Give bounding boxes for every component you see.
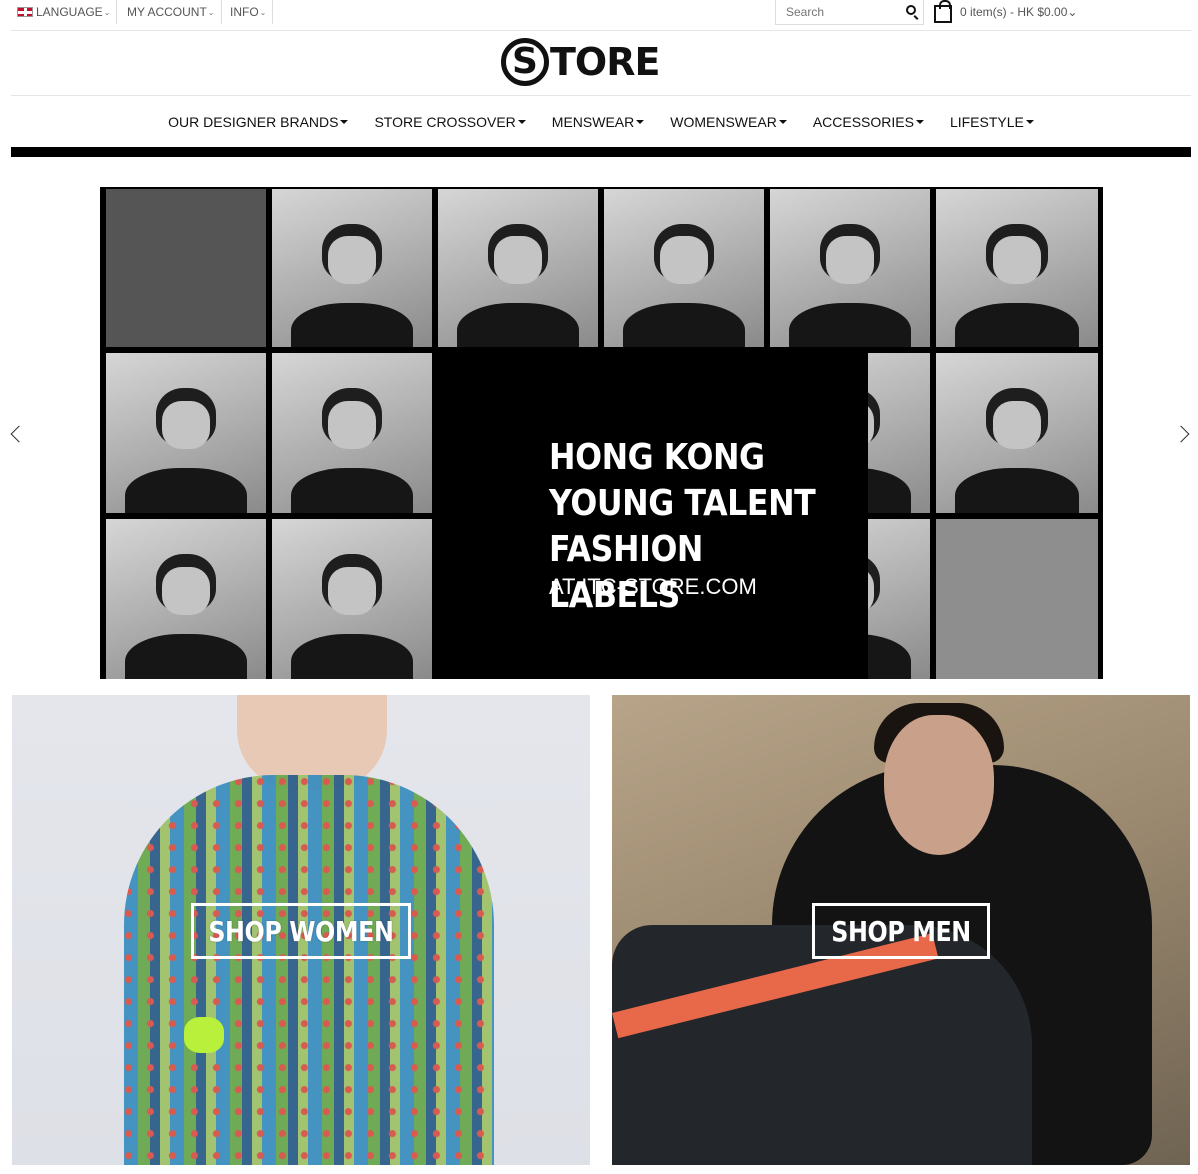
top-utility-bar: LANGUAGE ⌄ MY ACCOUNT ⌄ INFO ⌄ 0 item(s)… [11, 0, 1191, 31]
model-bracelet [184, 1017, 224, 1053]
chevron-down-icon: ⌄ [207, 7, 215, 17]
portrait-tile [272, 353, 432, 513]
search-input[interactable] [776, 0, 894, 23]
shop-men-button[interactable]: SHOP MEN [812, 903, 990, 959]
portrait-tile [604, 189, 764, 347]
hero-text-block: HONG KONG YOUNG TALENT FASHION LABELS AT… [536, 349, 868, 679]
hero-subtitle: AT ITC-STORE.COM [549, 574, 757, 599]
chevron-left-icon[interactable] [10, 424, 22, 444]
nav-divider-bar [11, 147, 1191, 157]
info-menu[interactable]: INFO ⌄ [224, 0, 274, 24]
nav-item-designer-brands[interactable]: OUR DESIGNER BRANDS [168, 114, 349, 130]
portrait-tile [936, 189, 1098, 347]
logo-row: S TORE [11, 32, 1191, 96]
shopping-bag-icon [934, 0, 952, 23]
model-face [884, 715, 994, 855]
model-dress-image [124, 775, 494, 1165]
caret-down-icon [636, 120, 645, 124]
caret-down-icon [517, 120, 526, 124]
caret-down-icon [915, 120, 924, 124]
portrait-tile [106, 353, 266, 513]
language-selector[interactable]: LANGUAGE ⌄ [11, 0, 118, 24]
chevron-down-icon: ⌄ [1067, 5, 1078, 19]
shop-women-button[interactable]: SHOP WOMEN [191, 903, 411, 959]
search-box [775, 0, 924, 25]
portrait-tile [272, 189, 432, 347]
nav-item-label: OUR DESIGNER BRANDS [168, 114, 339, 130]
nav-item-lifestyle[interactable]: LIFESTYLE [950, 114, 1034, 130]
cart-label: 0 item(s) - HK $0.00 [960, 5, 1068, 19]
portrait-tile [272, 519, 432, 679]
nav-item-womenswear[interactable]: WOMENSWEAR [670, 114, 787, 130]
portrait-tile [936, 519, 1098, 679]
search-icon[interactable] [906, 5, 916, 15]
caret-down-icon [1025, 120, 1034, 124]
main-navigation: OUR DESIGNER BRANDS STORE CROSSOVER MENS… [11, 97, 1191, 147]
cart-summary[interactable]: 0 item(s) - HK $0.00 ⌄ [934, 0, 1077, 24]
promo-men-panel[interactable]: SHOP MEN [612, 695, 1190, 1165]
nav-item-accessories[interactable]: ACCESSORIES [813, 114, 924, 130]
portrait-tile [936, 353, 1098, 513]
nav-item-label: WOMENSWEAR [670, 114, 777, 130]
portrait-tile [438, 189, 598, 347]
portrait-tile [106, 519, 266, 679]
chevron-down-icon: ⌄ [103, 7, 111, 17]
logo-s-mark: S [501, 38, 549, 86]
nav-item-label: STORE CROSSOVER [374, 114, 516, 130]
chevron-right-icon[interactable] [1178, 424, 1190, 444]
uk-flag-icon [17, 7, 33, 17]
nav-item-label: MENSWEAR [551, 114, 635, 130]
chevron-down-icon: ⌄ [259, 7, 267, 17]
portrait-tile [770, 189, 930, 347]
nav-item-label: ACCESSORIES [812, 114, 914, 130]
shop-men-label: SHOP MEN [831, 914, 971, 948]
promo-women-panel[interactable]: SHOP WOMEN [12, 695, 590, 1165]
my-account-label: MY ACCOUNT [127, 5, 207, 19]
shop-women-label: SHOP WOMEN [208, 914, 394, 948]
info-label: INFO [230, 5, 259, 19]
logo-wordmark: TORE [550, 40, 660, 84]
portrait-tile [106, 189, 266, 347]
caret-down-icon [340, 120, 349, 124]
language-label: LANGUAGE [36, 5, 103, 19]
my-account-menu[interactable]: MY ACCOUNT ⌄ [121, 0, 222, 24]
caret-down-icon [778, 120, 787, 124]
nav-item-menswear[interactable]: MENSWEAR [551, 114, 645, 130]
nav-item-store-crossover[interactable]: STORE CROSSOVER [374, 114, 526, 130]
hero-banner[interactable]: HONG KONG YOUNG TALENT FASHION LABELS AT… [100, 187, 1103, 679]
store-logo[interactable]: S TORE [501, 37, 660, 87]
nav-item-label: LIFESTYLE [949, 114, 1024, 130]
